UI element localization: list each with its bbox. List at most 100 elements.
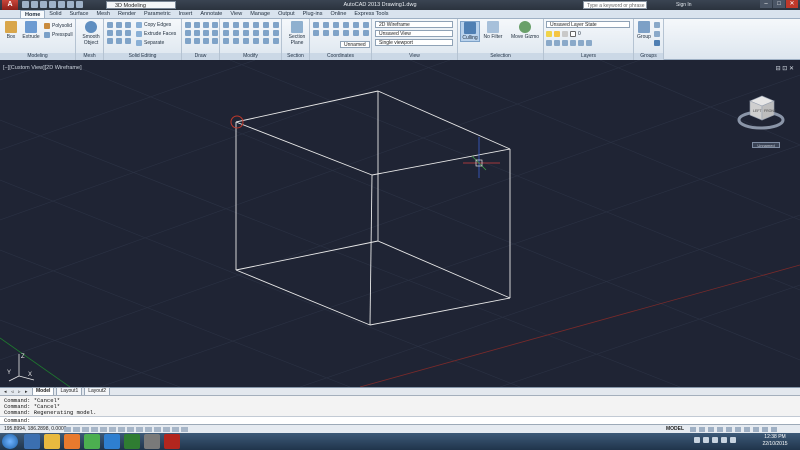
open-file-icon[interactable] bbox=[31, 1, 38, 8]
sun-icon[interactable] bbox=[554, 31, 560, 37]
command-line-input[interactable]: Command: bbox=[0, 416, 800, 424]
ellipse-icon[interactable] bbox=[203, 30, 209, 36]
maximize-button[interactable]: □ bbox=[773, 0, 785, 8]
chamfer-icon[interactable] bbox=[273, 38, 279, 44]
layers-panel-title[interactable]: Layers bbox=[544, 53, 633, 60]
quick-view-drawings-icon[interactable] bbox=[699, 427, 705, 432]
selection-panel-title[interactable]: Selection bbox=[458, 53, 543, 60]
3d-rotate-icon[interactable] bbox=[243, 38, 249, 44]
rectangle-icon[interactable] bbox=[185, 30, 191, 36]
arc-icon[interactable] bbox=[212, 22, 218, 28]
extrude-button[interactable]: Extrude bbox=[22, 21, 40, 40]
union-icon[interactable] bbox=[107, 22, 113, 28]
ucs-y-icon[interactable] bbox=[353, 30, 359, 36]
mesh-panel-title[interactable]: Mesh bbox=[76, 53, 103, 60]
wireframe-box[interactable] bbox=[235, 90, 511, 326]
stretch-icon[interactable] bbox=[233, 30, 239, 36]
clean-screen-icon[interactable] bbox=[771, 427, 777, 432]
match-layer-icon[interactable] bbox=[562, 40, 568, 46]
layer-state-dropdown[interactable]: Unsaved Layer State bbox=[546, 21, 630, 28]
network-icon[interactable] bbox=[712, 437, 718, 443]
previous-layout-icon[interactable]: ◃ bbox=[11, 389, 16, 395]
named-view-dropdown[interactable]: Unsaved View bbox=[375, 30, 453, 37]
circle-icon[interactable] bbox=[203, 22, 209, 28]
workspace-switching-icon[interactable] bbox=[735, 427, 741, 432]
no-filter-button[interactable]: No Filter bbox=[482, 21, 504, 40]
subtract-icon[interactable] bbox=[116, 22, 122, 28]
action-center-flag-icon[interactable] bbox=[703, 437, 709, 443]
infer-constraints-icon[interactable] bbox=[64, 427, 71, 432]
offset-icon[interactable] bbox=[243, 30, 249, 36]
hardware-acceleration-icon[interactable] bbox=[753, 427, 759, 432]
rotate-icon[interactable] bbox=[233, 22, 239, 28]
ucs-3point-icon[interactable] bbox=[333, 30, 339, 36]
ortho-mode-icon[interactable] bbox=[91, 427, 98, 432]
excel-icon[interactable] bbox=[124, 434, 140, 449]
tab-solid[interactable]: Solid bbox=[45, 10, 65, 18]
file-explorer-icon[interactable] bbox=[44, 434, 60, 449]
ucs-world-icon[interactable] bbox=[323, 22, 329, 28]
tab-online[interactable]: Online bbox=[326, 10, 350, 18]
spline-icon[interactable] bbox=[194, 30, 200, 36]
tab-plug-ins[interactable]: Plug-ins bbox=[299, 10, 327, 18]
selection-cycling-icon[interactable] bbox=[181, 427, 188, 432]
ucs-previous-icon[interactable] bbox=[333, 22, 339, 28]
line-icon[interactable] bbox=[185, 22, 191, 28]
quick-properties-icon[interactable] bbox=[172, 427, 179, 432]
viewport-window-controls[interactable]: ⊟ ⊡ ✕ bbox=[776, 65, 794, 72]
group-edit-icon[interactable] bbox=[654, 31, 660, 37]
3d-move-icon[interactable] bbox=[233, 38, 239, 44]
view-panel-title[interactable]: View bbox=[372, 53, 457, 60]
layer-previous-icon[interactable] bbox=[570, 40, 576, 46]
groups-panel-title[interactable]: Groups bbox=[634, 53, 663, 60]
culling-button[interactable]: Culling bbox=[460, 21, 480, 42]
ucs-zaxis-icon[interactable] bbox=[323, 30, 329, 36]
object-snap-icon[interactable] bbox=[109, 427, 116, 432]
layer-properties-icon[interactable] bbox=[546, 40, 552, 46]
transparency-icon[interactable] bbox=[163, 427, 170, 432]
tab-view[interactable]: View bbox=[226, 10, 246, 18]
tab-annotate[interactable]: Annotate bbox=[196, 10, 226, 18]
modify-panel-title[interactable]: Modify bbox=[220, 53, 281, 60]
align-icon[interactable] bbox=[223, 38, 229, 44]
save-as-icon[interactable] bbox=[49, 1, 56, 8]
help-search-input[interactable]: Type a keyword or phrase bbox=[583, 1, 647, 9]
3d-array-icon[interactable] bbox=[263, 38, 269, 44]
make-current-icon[interactable] bbox=[554, 40, 560, 46]
ungroup-icon[interactable] bbox=[654, 22, 660, 28]
imprint-icon[interactable] bbox=[125, 30, 131, 36]
thicken-icon[interactable] bbox=[125, 38, 131, 44]
new-file-icon[interactable] bbox=[22, 1, 29, 8]
annotation-scale-icon[interactable] bbox=[726, 427, 732, 432]
unisolate-icon[interactable] bbox=[586, 40, 592, 46]
viewport-canvas[interactable] bbox=[0, 60, 800, 387]
ucs-object-icon[interactable] bbox=[353, 22, 359, 28]
battery-icon[interactable] bbox=[721, 437, 727, 443]
object-snap-tracking-icon[interactable] bbox=[127, 427, 134, 432]
tab-home[interactable]: Home bbox=[20, 10, 46, 18]
first-layout-icon[interactable]: ◂ bbox=[4, 389, 9, 395]
save-icon[interactable] bbox=[40, 1, 47, 8]
move-icon[interactable] bbox=[223, 22, 229, 28]
box-button[interactable]: Box bbox=[2, 21, 20, 40]
ucs-z-icon[interactable] bbox=[363, 30, 369, 36]
isolate-objects-icon[interactable] bbox=[762, 427, 768, 432]
viewcube[interactable]: LEFT FRONT bbox=[736, 87, 786, 137]
wcs-menu[interactable]: Unnamed bbox=[752, 142, 780, 148]
tab-render[interactable]: Render bbox=[114, 10, 140, 18]
toolbar-lock-icon[interactable] bbox=[744, 427, 750, 432]
show-hidden-icons-icon[interactable] bbox=[694, 437, 700, 443]
dynamic-input-icon[interactable] bbox=[145, 427, 152, 432]
mirror-icon[interactable] bbox=[273, 22, 279, 28]
ucs-view-icon[interactable] bbox=[363, 22, 369, 28]
solid-editing-panel-title[interactable]: Solid Editing bbox=[104, 53, 181, 60]
erase-icon[interactable] bbox=[273, 30, 279, 36]
ucs-dropdown[interactable]: Unnamed bbox=[340, 41, 370, 48]
redo-icon[interactable] bbox=[76, 1, 83, 8]
polysolid-button[interactable]: Polysolid bbox=[44, 22, 72, 30]
ucs-origin-icon[interactable] bbox=[313, 30, 319, 36]
viewport-controls-label[interactable]: [−][Custom View][2D Wireframe] bbox=[3, 65, 82, 71]
hatch-icon[interactable] bbox=[212, 30, 218, 36]
point-icon[interactable] bbox=[203, 38, 209, 44]
array-icon[interactable] bbox=[263, 30, 269, 36]
